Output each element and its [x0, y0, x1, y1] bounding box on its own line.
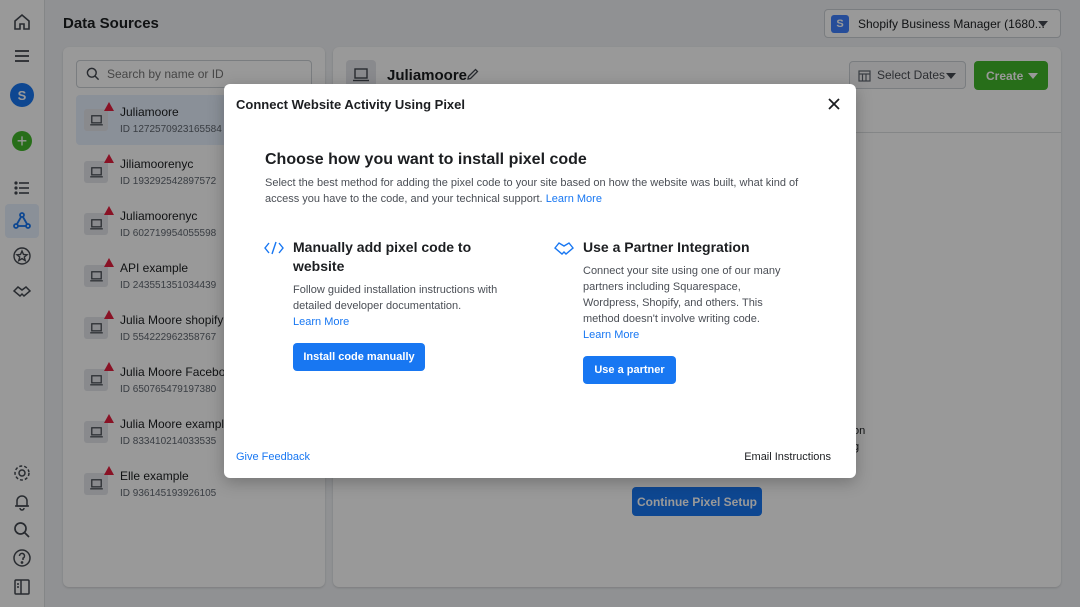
connect-pixel-dialog: Connect Website Activity Using Pixel Cho… — [224, 84, 856, 478]
close-icon[interactable] — [826, 96, 842, 112]
manual-option-description: Follow guided installation instructions … — [293, 282, 498, 330]
install-code-manually-button[interactable]: Install code manually — [293, 343, 425, 371]
email-instructions-link[interactable]: Email Instructions — [744, 451, 831, 463]
manual-description-text: Follow guided installation instructions … — [293, 284, 498, 312]
partner-handshake-icon — [554, 240, 574, 259]
dialog-description: Select the best method for adding the pi… — [265, 175, 815, 207]
dialog-heading: Choose how you want to install pixel cod… — [265, 151, 587, 168]
dialog-title: Connect Website Activity Using Pixel — [236, 97, 465, 112]
use-a-partner-button[interactable]: Use a partner — [583, 356, 676, 384]
partner-option-description: Connect your site using one of our many … — [583, 263, 788, 343]
partner-description-text: Connect your site using one of our many … — [583, 265, 781, 325]
code-icon — [264, 241, 284, 258]
partner-learn-more-link[interactable]: Learn More — [583, 329, 639, 341]
partner-option-title: Use a Partner Integration — [583, 239, 750, 255]
manual-option-title: Manually add pixel code to website — [293, 239, 472, 274]
learn-more-link[interactable]: Learn More — [546, 193, 602, 205]
give-feedback-link[interactable]: Give Feedback — [236, 451, 310, 463]
manual-learn-more-link[interactable]: Learn More — [293, 316, 349, 328]
description-text: Select the best method for adding the pi… — [265, 177, 799, 205]
